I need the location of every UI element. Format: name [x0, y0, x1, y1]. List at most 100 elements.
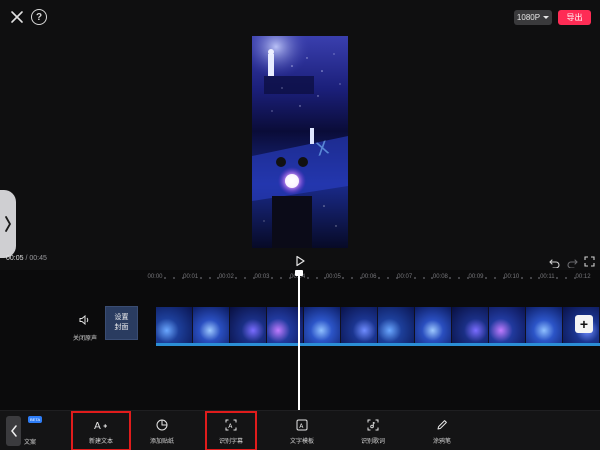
total-time: 00:45: [29, 255, 47, 262]
beta-badge: BETA: [28, 416, 43, 423]
help-button[interactable]: ?: [31, 9, 47, 25]
ruler-tick-dot: [199, 277, 202, 279]
clip-thumbnail: [415, 307, 452, 343]
new-text-button[interactable]: A 新建文本: [71, 411, 131, 450]
recognize-lyrics-button[interactable]: 识别歌词: [343, 411, 403, 450]
redo-icon: [567, 259, 578, 269]
preview-area: ? 1080P 导出 X 00:05 / 00:45: [0, 0, 600, 270]
add-clip-button[interactable]: +: [575, 315, 593, 333]
doodle-pen-label: 涂鸦笔: [432, 438, 451, 445]
mute-original-audio-button[interactable]: 关闭原声: [70, 312, 100, 342]
fullscreen-button[interactable]: [584, 254, 595, 267]
svg-text:A: A: [94, 421, 101, 431]
add-sticker-label: 添加贴纸: [149, 438, 174, 445]
clip-thumbnail: [378, 307, 415, 343]
ruler-tick-label: 00:09: [468, 274, 484, 280]
recognize-captions-button[interactable]: A 识别字幕: [205, 411, 257, 450]
sticker-icon: [155, 418, 169, 432]
ruler-tick-dot: [529, 277, 532, 279]
ruler-tick-dot: [163, 277, 166, 279]
clip-thumbnail: [452, 307, 489, 343]
ruler-tick-dot: [235, 277, 238, 279]
clip-audio-line: [156, 343, 600, 346]
ruler-tick-dot: [520, 277, 523, 279]
ruler-tick-label: 00:06: [361, 274, 377, 280]
bottom-toolbar: BETA 文案 A 新建文本 添加贴纸 A 识别字幕 A 文字模板 识别歌词 涂…: [0, 410, 600, 450]
back-button[interactable]: [6, 416, 21, 446]
clip-thumbnail: [230, 307, 267, 343]
playhead[interactable]: [298, 276, 300, 410]
clip-thumbnail: [526, 307, 563, 343]
ruler-tick-dot: [244, 277, 247, 279]
lyrics-recognize-icon: [366, 418, 380, 432]
add-sticker-button[interactable]: 添加贴纸: [132, 411, 192, 450]
ruler-tick-dot: [493, 277, 496, 279]
pen-icon: [435, 418, 449, 432]
video-clip-track[interactable]: [156, 307, 600, 343]
speaker-icon: [79, 314, 89, 326]
clip-thumbnail: [489, 307, 526, 343]
ruler-tick-dot: [484, 277, 487, 279]
ruler-tick-dot: [458, 277, 461, 279]
ruler-tick-dot: [270, 277, 273, 279]
undo-button[interactable]: [549, 255, 560, 269]
mute-label: 关闭原声: [72, 336, 97, 342]
text-template-button[interactable]: A 文字模板: [272, 411, 332, 450]
cover-label-line2: 封面: [114, 324, 129, 331]
ruler-tick-label: 00:00: [147, 274, 163, 280]
play-button[interactable]: [294, 254, 306, 267]
caption-recognize-icon: A: [224, 418, 238, 432]
set-cover-button[interactable]: 设置 封面: [105, 306, 138, 340]
close-button[interactable]: [8, 8, 26, 26]
ruler-tick-dot: [306, 277, 309, 279]
ruler-tick-label: 00:01: [183, 274, 199, 280]
ruler-tick-label: 00:11: [540, 274, 555, 280]
current-time: 00:05: [6, 255, 24, 262]
recognize-captions-label: 识别字幕: [218, 438, 243, 445]
text-template-label: 文字模板: [289, 438, 314, 445]
ruler-tick-dot: [172, 277, 175, 279]
clip-thumbnail: [341, 307, 378, 343]
chevron-down-icon: [543, 16, 550, 19]
video-frame-image: X: [252, 36, 348, 248]
text-add-icon: A: [94, 418, 108, 432]
ruler-tick-label: 00:12: [575, 274, 591, 280]
ruler-tick-dot: [386, 277, 389, 279]
ruler-tick-label: 00:08: [432, 274, 448, 280]
text-script-label[interactable]: 文案: [24, 437, 36, 446]
text-template-icon: A: [295, 418, 309, 432]
clip-thumbnail: [304, 307, 341, 343]
resolution-button[interactable]: 1080P: [514, 10, 552, 25]
timeline[interactable]: 00:0000:0100:0200:0300:0400:0500:0600:07…: [0, 270, 600, 410]
ruler-tick-dot: [449, 277, 452, 279]
time-readout: 00:05 / 00:45: [6, 255, 47, 262]
resolution-label: 1080P: [516, 13, 541, 22]
ruler-tick-label: 00:10: [504, 274, 520, 280]
help-icon: ?: [35, 11, 43, 23]
close-icon: [11, 11, 23, 23]
ruler-tick-label: 00:02: [218, 274, 234, 280]
fullscreen-icon: [584, 256, 595, 267]
new-text-label: 新建文本: [88, 438, 113, 445]
ruler-tick-dot: [556, 277, 559, 279]
ruler-tick-label: 00:03: [254, 274, 270, 280]
expand-panel-handle[interactable]: [0, 190, 16, 258]
export-button[interactable]: 导出: [558, 10, 591, 25]
plus-icon: +: [579, 316, 589, 332]
video-preview[interactable]: X: [252, 36, 348, 248]
ruler-tick-dot: [315, 277, 318, 279]
chevron-left-icon: [10, 425, 17, 437]
ruler-tick-dot: [377, 277, 380, 279]
ruler-tick-dot: [208, 277, 211, 279]
redo-button[interactable]: [567, 255, 578, 269]
clip-thumbnail: [193, 307, 230, 343]
play-icon: [296, 255, 305, 267]
ruler-tick-dot: [279, 277, 282, 279]
ruler-tick-dot: [351, 277, 354, 279]
svg-text:A: A: [299, 422, 304, 429]
clip-thumbnail: [156, 307, 193, 343]
doodle-pen-button[interactable]: 涂鸦笔: [412, 411, 472, 450]
ruler-tick-dot: [413, 277, 416, 279]
svg-text:A: A: [228, 422, 233, 429]
recognize-lyrics-label: 识别歌词: [360, 438, 385, 445]
